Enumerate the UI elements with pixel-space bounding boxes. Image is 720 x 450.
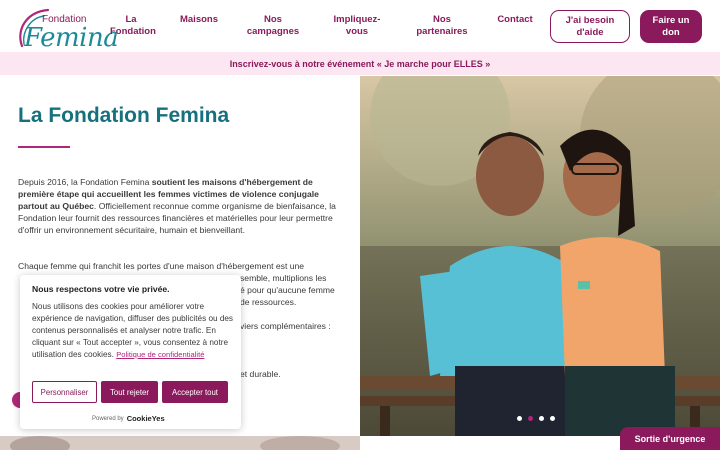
powered-by: Powered by CookieYes <box>92 414 165 423</box>
cookie-consent-dialog: Nous respectons votre vie privée. Nous u… <box>20 275 241 429</box>
donate-button[interactable]: Faire un don <box>640 10 702 43</box>
cookie-reject-button[interactable]: Tout rejeter <box>101 381 158 403</box>
nav-nos-partenaires[interactable]: Nos partenaires <box>414 14 470 38</box>
cookie-title: Nous respectons votre vie privée. <box>32 284 170 294</box>
event-banner-link[interactable]: Inscrivez-vous à notre événement « Je ma… <box>230 59 491 69</box>
privacy-policy-link[interactable]: Politique de confidentialité <box>116 350 204 359</box>
cookie-text: Nous utilisons des cookies pour améliore… <box>32 302 234 359</box>
carousel-dot[interactable] <box>539 416 544 421</box>
carousel-dot[interactable] <box>517 416 522 421</box>
intro-paragraph: Depuis 2016, la Fondation Femina soutien… <box>18 177 336 235</box>
cookieyes-logo[interactable]: CookieYes <box>127 414 165 423</box>
event-banner[interactable]: Inscrivez-vous à notre événement « Je ma… <box>0 52 720 75</box>
cookie-customize-button[interactable]: Personnaliser <box>32 381 97 403</box>
carousel-dot[interactable] <box>550 416 555 421</box>
carousel-dots <box>517 416 555 421</box>
site-header: Fondation Femina La Fondation Maisons Nos… <box>0 0 720 53</box>
hero-photo <box>360 76 720 436</box>
nav-maisons[interactable]: Maisons <box>176 14 222 26</box>
nav-impliquez-vous[interactable]: Impliquez-vous <box>330 14 384 38</box>
title-divider <box>18 146 70 148</box>
logo-main-text: Femina <box>24 23 119 53</box>
nav-contact[interactable]: Contact <box>494 14 536 26</box>
logo[interactable]: Fondation Femina <box>14 6 119 53</box>
nav-la-fondation[interactable]: La Fondation <box>110 14 156 38</box>
page-title: La Fondation Femina <box>18 104 230 127</box>
cookie-accept-button[interactable]: Accepter tout <box>162 381 228 403</box>
nav-nos-campagnes[interactable]: Nos campagnes <box>246 14 300 38</box>
need-help-button[interactable]: J'ai besoin d'aide <box>550 10 630 43</box>
bottom-photo-strip <box>0 436 360 450</box>
hero-illustration <box>360 76 720 436</box>
carousel-dot-active[interactable] <box>528 416 533 421</box>
emergency-exit-button[interactable]: Sortie d'urgence <box>620 427 720 450</box>
